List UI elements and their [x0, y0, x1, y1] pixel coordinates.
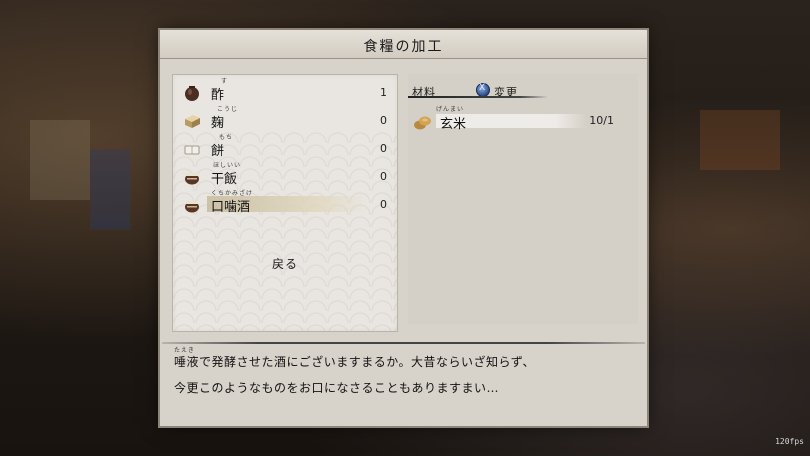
food-processing-window: 食糧の加工 す 酢 1 こうじ 麹 0 もち 餅 0 ほしいい 干飯 0 くちか… [160, 30, 647, 426]
list-item-hoshii[interactable]: ほしいい 干飯 0 [173, 162, 397, 191]
header-divider [408, 96, 548, 98]
button-glyph: X [479, 83, 486, 93]
back-button[interactable]: 戻る [173, 255, 397, 272]
description-line-2: 今更このようなものをお口になさることもありますまい… [174, 381, 500, 395]
item-count: 0 [380, 170, 387, 183]
background-shelf [30, 120, 90, 200]
background-cloth [90, 150, 130, 230]
item-list: す 酢 1 こうじ 麹 0 もち 餅 0 ほしいい 干飯 0 くちかみざけ 口噛… [172, 74, 398, 332]
item-name: 口噛酒 [211, 200, 251, 215]
mochi-icon [184, 145, 200, 155]
item-count: 0 [380, 142, 387, 155]
window-title: 食糧の加工 [363, 39, 444, 55]
koji-block-icon [185, 115, 200, 128]
description-divider [162, 342, 645, 344]
ingredient-name: 玄米 [440, 117, 467, 132]
item-name: 餅 [211, 144, 225, 159]
item-name: 干飯 [211, 172, 238, 187]
item-name: 麹 [211, 116, 225, 131]
list-item-mochi[interactable]: もち 餅 0 [173, 134, 397, 163]
sake-pot-icon [185, 201, 199, 213]
ingredient-ruby: げんまい [436, 106, 465, 113]
dried-rice-pot-icon [185, 173, 199, 185]
title-bar: 食糧の加工 [160, 30, 647, 59]
list-item-kuchikamizake[interactable]: くちかみざけ 口噛酒 0 [173, 190, 397, 219]
ingredient-row[interactable]: げんまい 玄米 10/1 [408, 106, 634, 132]
item-name: 酢 [211, 88, 225, 103]
ingredient-quantity: 10/1 [589, 114, 614, 127]
pot-icon [185, 86, 199, 101]
list-item-vinegar[interactable]: す 酢 1 [173, 78, 397, 107]
background-detail [700, 110, 780, 170]
item-count: 0 [380, 114, 387, 127]
item-count: 1 [380, 86, 387, 99]
description-line-1: 唾液で発酵させた酒にございますまるか。大昔ならいざ知らず、 [174, 355, 535, 369]
list-item-koji[interactable]: こうじ 麹 0 [173, 106, 397, 135]
item-count: 0 [380, 198, 387, 211]
brown-rice-sacks-icon [414, 116, 431, 130]
fps-counter: 120fps [775, 437, 804, 446]
change-button-icon[interactable]: X [476, 83, 490, 97]
